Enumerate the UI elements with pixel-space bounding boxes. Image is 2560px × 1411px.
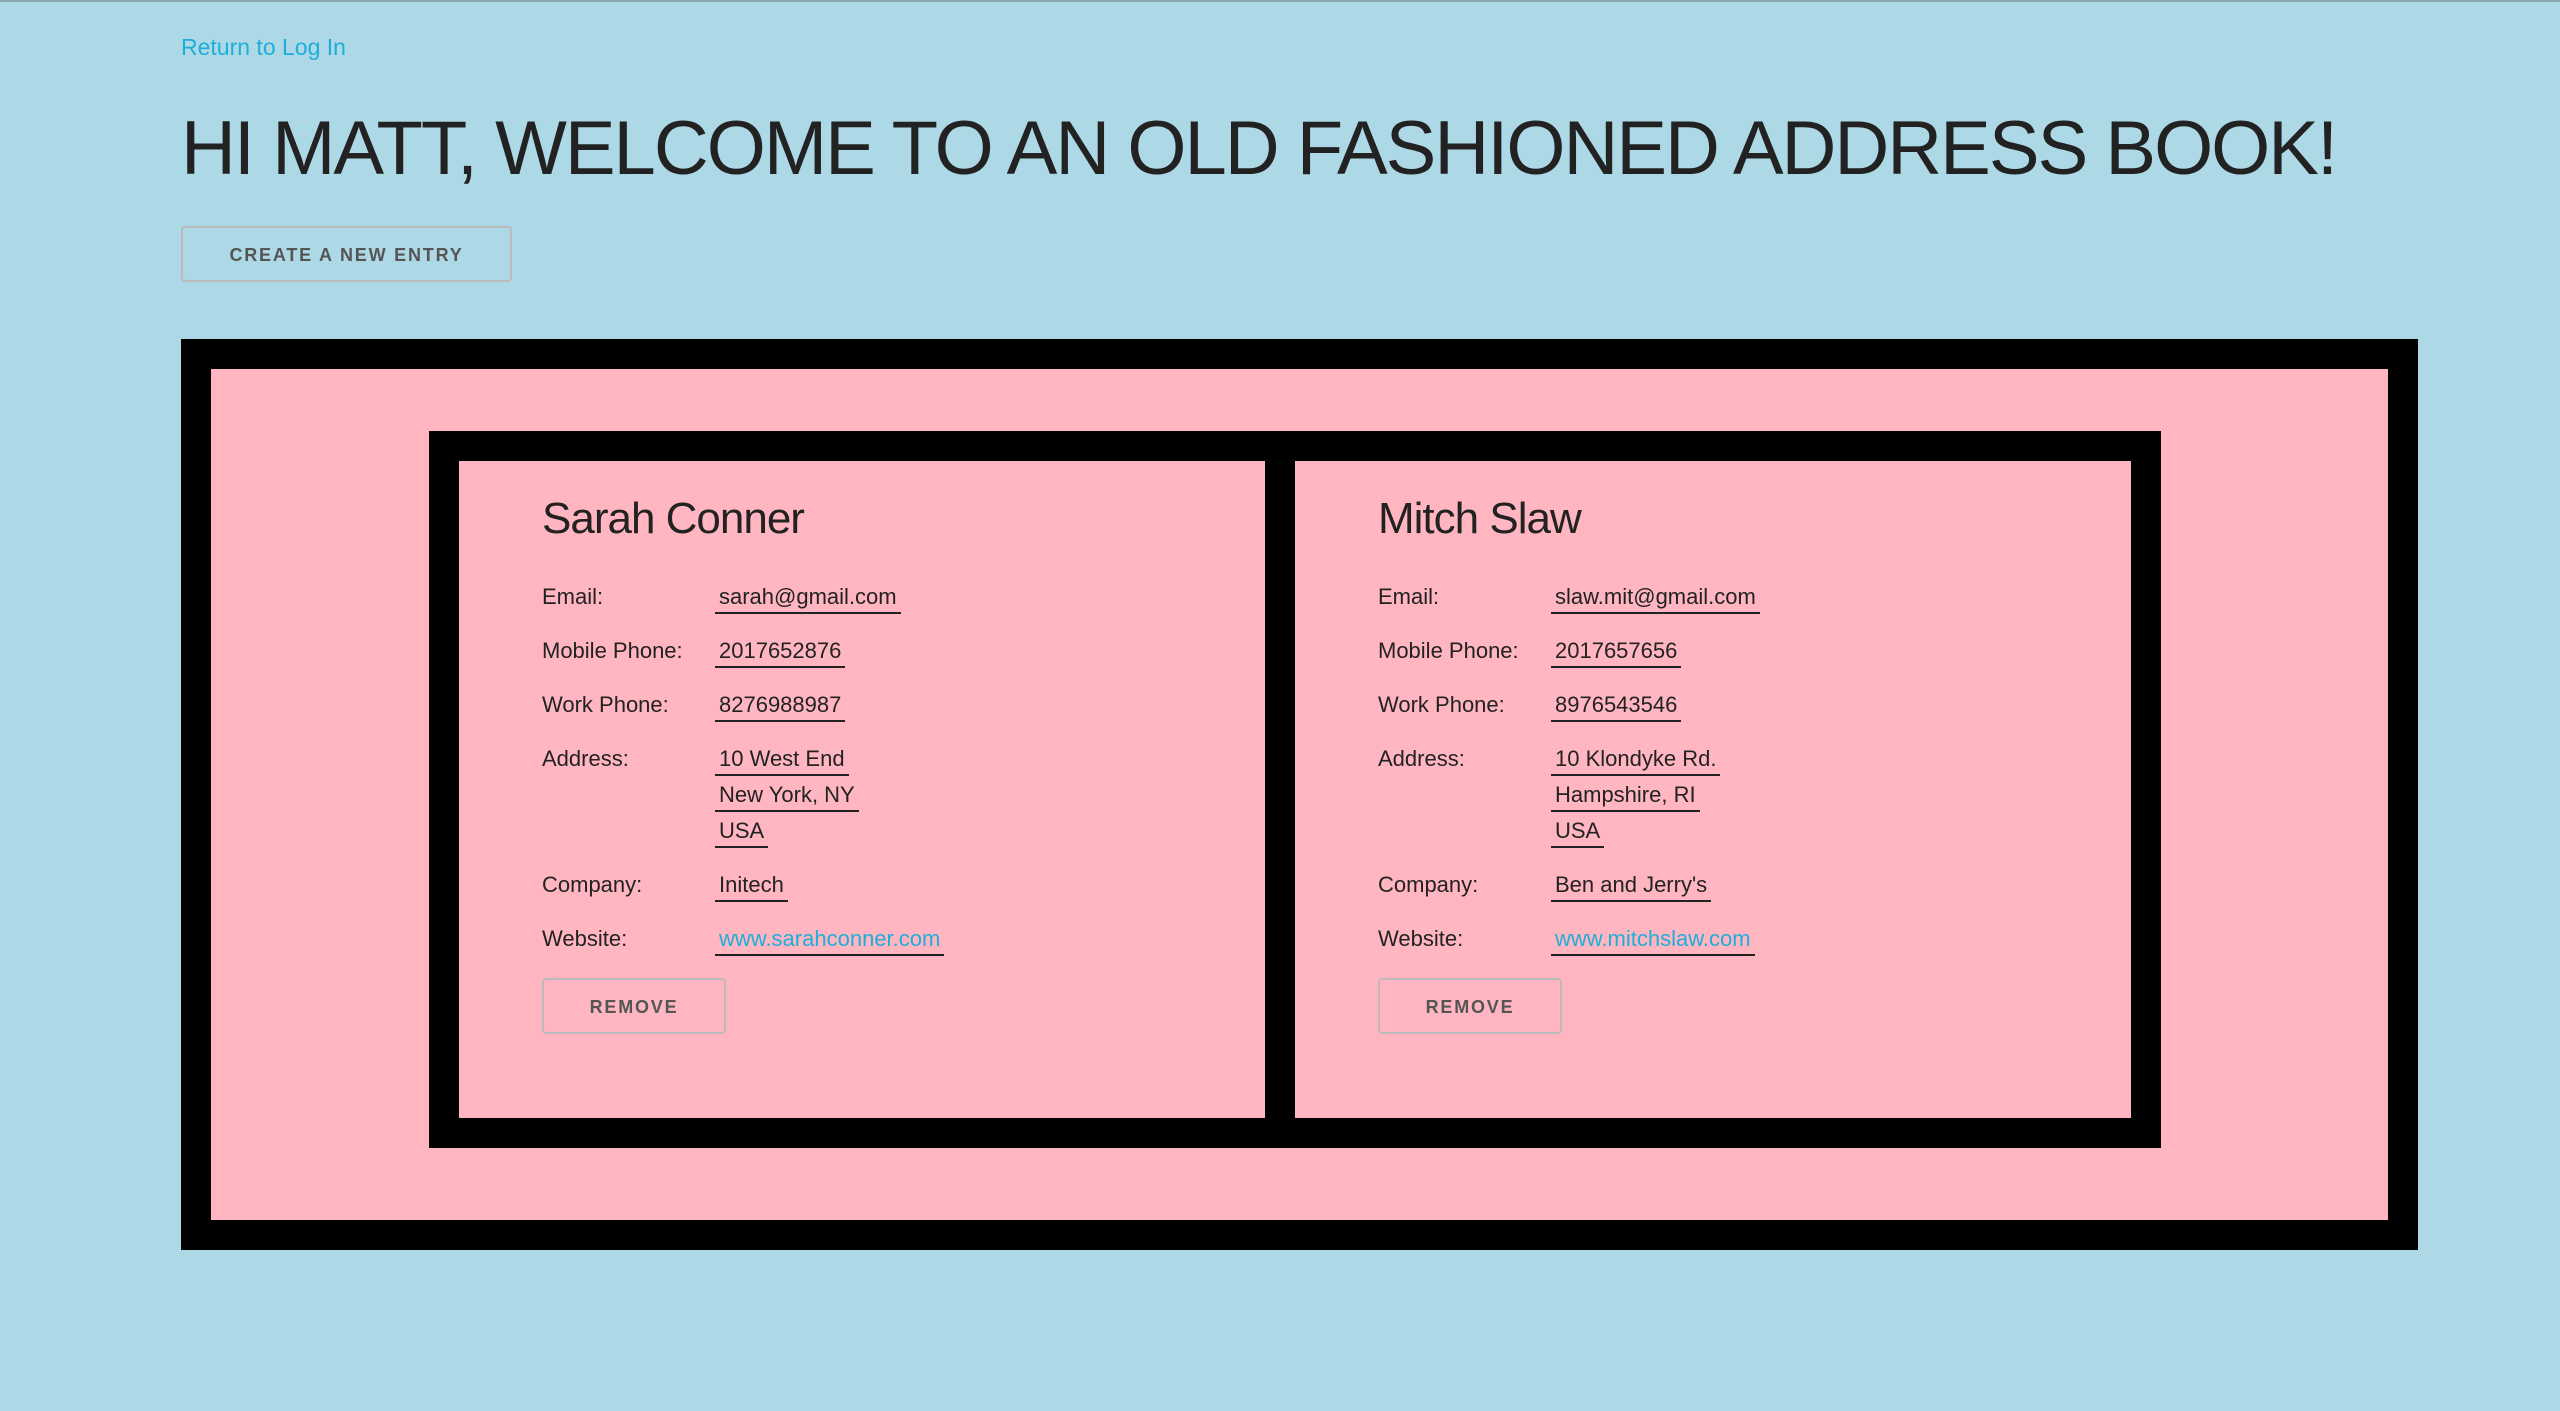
email-value: sarah@gmail.com <box>715 582 901 614</box>
address-line-3: USA <box>715 816 769 848</box>
address-line-3: USA <box>1551 816 1605 848</box>
mobile-phone-value: 2017652876 <box>715 636 846 668</box>
remove-button[interactable]: REMOVE <box>542 978 726 1034</box>
mobile-phone-label: Mobile Phone: <box>1378 638 1519 663</box>
address-label: Address: <box>1378 746 1465 771</box>
website-link[interactable]: www.sarahconner.com <box>715 924 945 956</box>
website-link[interactable]: www.mitchslaw.com <box>1551 924 1755 956</box>
company-label: Company: <box>542 872 643 897</box>
remove-button[interactable]: REMOVE <box>1378 978 1562 1034</box>
email-label: Email: <box>1378 584 1440 609</box>
mobile-phone-value: 2017657656 <box>1551 636 1682 668</box>
page-title: HI MATT, WELCOME TO AN OLD FASHIONED ADD… <box>181 106 2338 191</box>
website-label: Website: <box>542 926 628 951</box>
work-phone-label: Work Phone: <box>542 692 669 717</box>
contact-name: Sarah Conner <box>542 494 805 543</box>
address-line-2: New York, NY <box>715 780 859 812</box>
contact-name: Mitch Slaw <box>1378 494 1582 543</box>
return-to-login-link[interactable]: Return to Log In <box>181 33 346 61</box>
contact-cards-frame: Sarah Conner Email: sarah@gmail.com Mobi… <box>429 431 2161 1148</box>
company-label: Company: <box>1378 872 1479 897</box>
website-label: Website: <box>1378 926 1464 951</box>
address-line-2: Hampshire, RI <box>1551 780 1700 812</box>
email-label: Email: <box>542 584 604 609</box>
company-value: Initech <box>715 870 788 902</box>
email-value: slaw.mit@gmail.com <box>1551 582 1760 614</box>
work-phone-value: 8276988987 <box>715 690 846 722</box>
address-label: Address: <box>542 746 629 771</box>
work-phone-value: 8976543546 <box>1551 690 1682 722</box>
create-new-entry-button[interactable]: CREATE A NEW ENTRY <box>181 226 512 282</box>
contact-card: Mitch Slaw Email: slaw.mit@gmail.com Mob… <box>1295 461 2131 1118</box>
mobile-phone-label: Mobile Phone: <box>542 638 683 663</box>
address-line-1: 10 West End <box>715 744 849 776</box>
address-line-1: 10 Klondyke Rd. <box>1551 744 1721 776</box>
work-phone-label: Work Phone: <box>1378 692 1505 717</box>
address-book-container: Sarah Conner Email: sarah@gmail.com Mobi… <box>181 339 2418 1250</box>
contact-card: Sarah Conner Email: sarah@gmail.com Mobi… <box>459 461 1265 1118</box>
company-value: Ben and Jerry's <box>1551 870 1712 902</box>
